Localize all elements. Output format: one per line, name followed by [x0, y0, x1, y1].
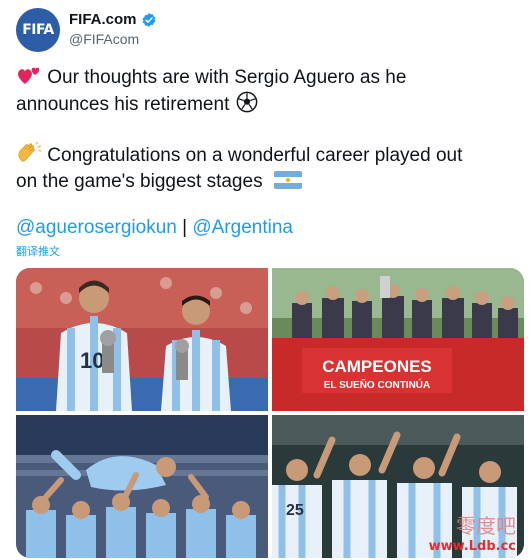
display-name-row[interactable]: FIFA.com [69, 11, 157, 28]
tweet-text-line-2: announces his retirement [16, 94, 230, 115]
avatar-logo-text: FIFA [22, 22, 54, 38]
tweet-text-line-3: Congratulations on a wonderful career pl… [47, 145, 463, 166]
mention-link-argentina[interactable]: @Argentina [192, 217, 293, 238]
tweet-text-line-4: on the game's biggest stages [16, 171, 263, 192]
avatar[interactable]: FIFA [16, 8, 60, 52]
bus-banner-subtitle: EL SUEÑO CONTINÚA [324, 378, 431, 391]
mention-separator: | [176, 217, 193, 238]
tweet-line-1: Our thoughts are with Sergio Aguero as h… [16, 64, 516, 91]
tweet-line-3: Congratulations on a wonderful career pl… [16, 141, 516, 169]
two-hearts-icon [16, 64, 42, 86]
soccer-ball-icon [235, 91, 259, 113]
watermark-chinese: 零度吧 [456, 514, 516, 538]
photo-bus-celebration[interactable]: CAMPEONES EL SUEÑO CONTINÚA [272, 268, 524, 411]
photo-player-tossed[interactable] [16, 415, 268, 558]
media-grid: 10 CAMPEONES EL SUEÑO CONTINÚA 25 零度吧 ww… [16, 268, 524, 558]
tweet-mentions: @aguerosergiokun | @Argentina [16, 215, 293, 241]
mention-link-aguero[interactable]: @aguerosergiokun [16, 217, 177, 238]
photo-trophy-players[interactable]: 10 [16, 268, 268, 411]
verified-badge-icon [142, 12, 155, 27]
tweet-header: FIFA FIFA.com @FIFAcom [16, 8, 516, 52]
account-names: FIFA.com @FIFAcom [69, 11, 157, 47]
tweet-line-4: on the game's biggest stages [16, 169, 516, 195]
account-handle[interactable]: @FIFAcom [69, 31, 157, 47]
tweet-line-2: announces his retirement [16, 91, 516, 118]
watermark-url: www.Ldb.cc [428, 539, 516, 554]
bus-banner-title: CAMPEONES [322, 357, 432, 376]
tweet-body: Our thoughts are with Sergio Aguero as h… [16, 64, 516, 195]
display-name[interactable]: FIFA.com [69, 11, 137, 28]
tweet-text-line-1: Our thoughts are with Sergio Aguero as h… [47, 67, 407, 88]
argentina-flag-icon [273, 171, 302, 189]
translate-tweet-link[interactable]: 翻译推文 [16, 243, 60, 259]
clapping-hands-icon [16, 141, 42, 164]
watermark: 零度吧 www.Ldb.cc [429, 510, 516, 554]
jersey-number-10: 10 [80, 348, 104, 373]
jersey-number-25: 25 [286, 502, 304, 519]
